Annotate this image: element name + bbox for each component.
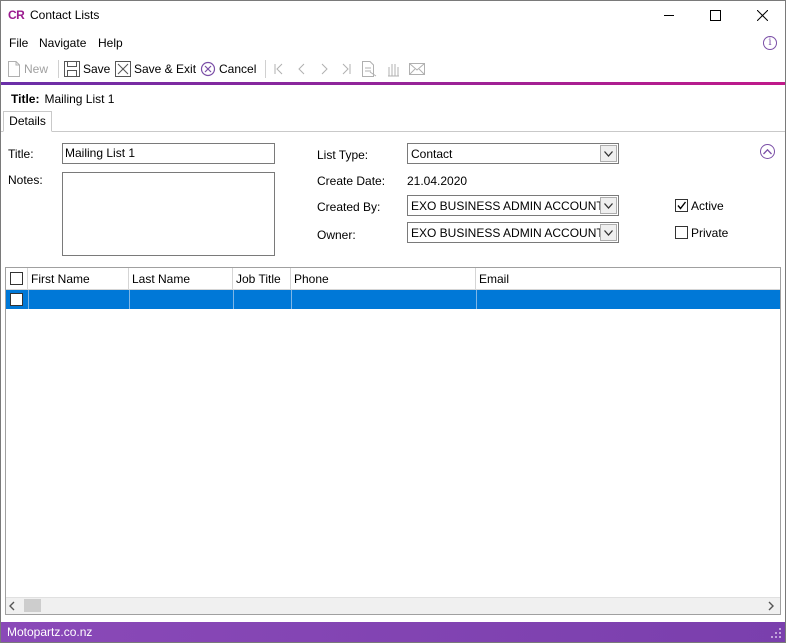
scroll-left-icon	[9, 601, 15, 611]
maximize-icon	[709, 10, 721, 21]
scrollbar-thumb[interactable]	[24, 599, 41, 612]
save-exit-button[interactable]: Save & Exit	[115, 59, 196, 79]
attach-button[interactable]	[385, 59, 401, 79]
last-record-icon	[342, 63, 351, 75]
row-checkbox[interactable]	[10, 293, 23, 306]
list-type-label: List Type:	[317, 148, 369, 162]
scroll-right-button[interactable]	[767, 600, 775, 614]
first-record-button[interactable]	[273, 59, 285, 79]
chevron-down-icon	[604, 229, 613, 236]
column-header-last-name[interactable]: Last Name	[129, 268, 233, 290]
owner-value: EXO BUSINESS ADMIN ACCOUNT	[411, 226, 604, 240]
private-checkbox[interactable]	[675, 226, 688, 239]
save-button[interactable]: Save	[64, 59, 110, 79]
window-title: Contact Lists	[30, 8, 100, 22]
save-exit-icon	[115, 61, 131, 77]
select-all-checkbox[interactable]	[10, 272, 23, 285]
dropdown-button[interactable]	[600, 145, 617, 162]
checkmark-icon	[677, 201, 687, 210]
resize-grip-icon[interactable]	[771, 628, 782, 639]
report-icon	[362, 61, 377, 77]
status-bar: Motopartz.co.nz	[1, 622, 785, 642]
cell-divider	[476, 290, 477, 309]
scroll-left-button[interactable]	[8, 600, 16, 614]
notes-label: Notes:	[8, 173, 43, 187]
created-by-value: EXO BUSINESS ADMIN ACCOUNT	[411, 199, 604, 213]
collapse-button[interactable]	[760, 144, 775, 159]
create-date-value: 21.04.2020	[407, 174, 468, 188]
record-title: Title: Mailing List 1	[11, 92, 114, 106]
scroll-right-icon	[768, 601, 774, 611]
status-text: Motopartz.co.nz	[7, 625, 93, 639]
chevron-down-icon	[604, 202, 613, 209]
first-record-icon	[274, 63, 283, 75]
new-button-label: New	[24, 62, 49, 76]
next-record-icon	[321, 63, 328, 75]
cell-divider	[233, 290, 234, 309]
maximize-button[interactable]	[692, 1, 738, 30]
tab-details[interactable]: Details	[3, 111, 52, 132]
dropdown-button[interactable]	[600, 224, 617, 241]
minimize-button[interactable]	[646, 1, 692, 30]
active-checkbox[interactable]	[675, 199, 688, 212]
horizontal-scrollbar[interactable]	[6, 597, 780, 614]
new-button[interactable]: New	[7, 59, 48, 79]
notes-textarea[interactable]	[62, 172, 275, 256]
menu-navigate[interactable]: Navigate	[39, 36, 86, 50]
cell-divider	[28, 290, 29, 309]
dropdown-button[interactable]	[600, 197, 617, 214]
new-document-icon	[8, 61, 20, 77]
column-header-phone[interactable]: Phone	[291, 268, 476, 290]
menu-help[interactable]: Help	[98, 36, 123, 50]
cancel-icon	[200, 61, 216, 77]
cell-divider	[291, 290, 292, 309]
cell-divider	[129, 290, 130, 309]
created-by-select[interactable]: EXO BUSINESS ADMIN ACCOUNT	[407, 195, 619, 216]
contacts-grid[interactable]	[5, 267, 781, 615]
record-title-label: Title:	[11, 92, 40, 106]
cancel-button-label: Cancel	[219, 62, 257, 76]
toolbar-separator	[265, 60, 266, 78]
private-label[interactable]: Private	[691, 226, 728, 240]
minimize-icon	[663, 15, 674, 16]
envelope-icon	[409, 63, 425, 75]
title-input[interactable]: Mailing List 1	[62, 143, 275, 164]
table-row[interactable]	[6, 290, 780, 309]
chevron-up-icon	[763, 148, 772, 154]
email-button[interactable]	[409, 59, 425, 79]
save-exit-button-label: Save & Exit	[134, 62, 197, 76]
created-by-label: Created By:	[317, 200, 381, 214]
save-icon	[64, 61, 80, 77]
previous-record-button[interactable]	[296, 59, 308, 79]
cancel-button[interactable]: Cancel	[200, 59, 256, 79]
next-record-button[interactable]	[318, 59, 330, 79]
hand-icon	[388, 64, 399, 77]
owner-label: Owner:	[317, 228, 356, 242]
active-label[interactable]: Active	[691, 199, 724, 213]
accent-divider	[1, 82, 785, 85]
column-header-email[interactable]: Email	[476, 268, 780, 290]
create-date-label: Create Date:	[317, 174, 386, 188]
column-header-job-title[interactable]: Job Title	[233, 268, 291, 290]
app-logo: CR	[8, 8, 25, 22]
report-button[interactable]	[361, 59, 377, 79]
toolbar-separator	[58, 60, 59, 78]
close-icon	[756, 10, 768, 21]
previous-record-icon	[298, 63, 305, 75]
tab-strip	[1, 131, 785, 132]
save-button-label: Save	[83, 62, 111, 76]
close-button[interactable]	[739, 1, 785, 30]
column-header-first-name[interactable]: First Name	[28, 268, 129, 290]
select-all-column	[6, 268, 28, 290]
list-type-value: Contact	[411, 147, 453, 161]
chevron-down-icon	[604, 150, 613, 157]
list-type-select[interactable]: Contact	[407, 143, 619, 164]
owner-select[interactable]: EXO BUSINESS ADMIN ACCOUNT	[407, 222, 619, 243]
record-title-value: Mailing List 1	[44, 92, 115, 106]
title-label: Title:	[8, 147, 34, 161]
menu-file[interactable]: File	[9, 36, 28, 50]
last-record-button[interactable]	[340, 59, 352, 79]
info-icon[interactable]: i	[763, 36, 777, 50]
